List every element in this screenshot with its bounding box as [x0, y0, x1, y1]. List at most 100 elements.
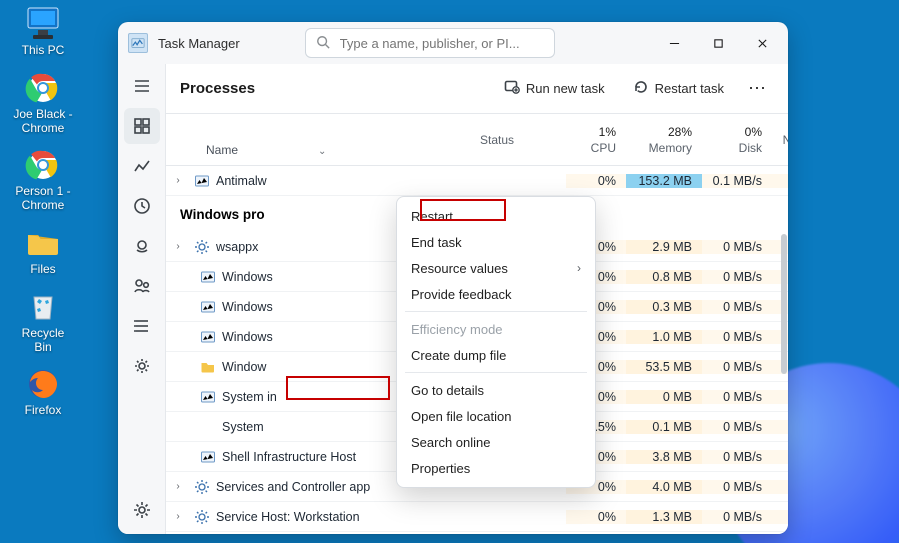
disk-cell: 0 MB/s [702, 390, 772, 404]
nav-app-history[interactable] [124, 188, 160, 224]
desktop-icon-label: Files [30, 263, 55, 277]
menu-item-properties[interactable]: Properties [397, 455, 595, 481]
nav-performance[interactable] [124, 148, 160, 184]
desktop-icons: This PC Joe Black - Chrome Person 1 - Ch… [12, 6, 74, 418]
menu-item-open-file-location[interactable]: Open file location [397, 403, 595, 429]
memory-cell: 53.5 MB [626, 360, 702, 374]
toolbar: Processes Run new task Restart task ⋯ [166, 64, 788, 114]
col-cpu-label: CPU [591, 141, 616, 155]
process-icon [194, 239, 210, 255]
process-name: Windows [222, 270, 273, 284]
desktop-icon-label: Joe Black - Chrome [12, 108, 74, 136]
col-status-label: Status [480, 133, 514, 147]
expand-toggle[interactable]: › [166, 241, 190, 252]
menu-item-search-online[interactable]: Search online [397, 429, 595, 455]
search-box[interactable] [305, 28, 555, 58]
desktop-icon-firefox[interactable]: Firefox [12, 366, 74, 418]
restart-task-button[interactable]: Restart task [623, 73, 734, 104]
disk-cell: 0 MB/s [702, 480, 772, 494]
memory-cell: 0.8 MB [626, 270, 702, 284]
page-title: Processes [180, 80, 255, 97]
nav-details[interactable] [124, 308, 160, 344]
minimize-button[interactable] [652, 27, 696, 59]
firefox-icon [23, 366, 63, 402]
memory-cell: 0.1 MB [626, 420, 702, 434]
nav-rail [118, 64, 166, 534]
menu-item-provide-feedback[interactable]: Provide feedback [397, 281, 595, 307]
menu-item-label: Create dump file [411, 348, 506, 363]
expand-toggle[interactable]: › [166, 175, 190, 186]
disk-cell: 0 MB/s [702, 270, 772, 284]
memory-cell: 1.3 MB [626, 510, 702, 524]
nav-startup[interactable] [124, 228, 160, 264]
memory-cell: 1.0 MB [626, 330, 702, 344]
scrollbar-thumb[interactable] [781, 234, 787, 374]
nav-hamburger[interactable] [124, 68, 160, 104]
col-network[interactable]: Netw [772, 114, 788, 165]
menu-item-label: Efficiency mode [411, 322, 503, 337]
col-status[interactable]: Status [476, 114, 566, 165]
menu-item-restart[interactable]: Restart [397, 203, 595, 229]
desktop-icon-recycle-bin[interactable]: Recycle Bin [12, 289, 74, 355]
disk-cell: 0 MB/s [702, 450, 772, 464]
process-icon [200, 419, 216, 435]
desktop-icon-person1-chrome[interactable]: Person 1 - Chrome [12, 147, 74, 213]
process-icon [200, 359, 216, 375]
search-icon [316, 35, 330, 52]
vertical-scrollbar[interactable] [781, 224, 787, 534]
search-input[interactable] [340, 36, 544, 51]
nav-services[interactable] [124, 348, 160, 384]
process-name: Windows [222, 330, 273, 344]
recycle-bin-icon [23, 289, 63, 325]
nav-processes[interactable] [124, 108, 160, 144]
menu-item-label: Properties [411, 461, 470, 476]
process-name: Window [222, 360, 266, 374]
process-name: Service Host: Workstation [216, 510, 360, 524]
menu-item-label: Go to details [411, 383, 484, 398]
process-name: wsappx [216, 240, 258, 254]
menu-item-create-dump-file[interactable]: Create dump file [397, 342, 595, 368]
process-name: Services and Controller app [216, 480, 370, 494]
process-name: Windows [222, 300, 273, 314]
col-cpu[interactable]: 1%CPU [566, 114, 626, 165]
col-name[interactable]: Name ⌄ [190, 114, 476, 165]
more-button[interactable]: ⋯ [742, 78, 774, 99]
table-row[interactable]: ›Antimalw0%153.2 MB0.1 MB/s0 [166, 166, 788, 196]
run-task-icon [504, 79, 520, 98]
titlebar: Task Manager [118, 22, 788, 64]
table-row[interactable]: ›Service Host: Workstation0%1.3 MB0 MB/s… [166, 502, 788, 532]
network-cell: 0 [772, 174, 788, 188]
menu-item-resource-values[interactable]: Resource values› [397, 255, 595, 281]
menu-item-label: Restart [411, 209, 453, 224]
disk-cell: 0.1 MB/s [702, 174, 772, 188]
run-new-task-button[interactable]: Run new task [494, 73, 615, 104]
memory-cell: 4.0 MB [626, 480, 702, 494]
desktop-icon-files[interactable]: Files [12, 225, 74, 277]
grid-header[interactable]: Name ⌄ Status 1%CPU 28%Memory 0%Disk Net… [166, 114, 788, 166]
desktop-icon-label: This PC [22, 44, 65, 58]
menu-item-efficiency-mode: Efficiency mode [397, 316, 595, 342]
expand-toggle[interactable]: › [166, 481, 190, 492]
expand-toggle[interactable]: › [166, 511, 190, 522]
app-icon [128, 33, 148, 53]
nav-settings[interactable] [124, 492, 160, 528]
process-icon [194, 479, 210, 495]
menu-item-go-to-details[interactable]: Go to details [397, 377, 595, 403]
nav-users[interactable] [124, 268, 160, 304]
desktop-icon-this-pc[interactable]: This PC [12, 6, 74, 58]
close-button[interactable] [740, 27, 784, 59]
restart-task-label: Restart task [655, 81, 724, 96]
col-memory[interactable]: 28%Memory [626, 114, 702, 165]
process-icon [194, 173, 210, 189]
maximize-button[interactable] [696, 27, 740, 59]
col-disk-label: Disk [739, 141, 762, 155]
memory-cell: 0.3 MB [626, 300, 702, 314]
disk-cell: 0 MB/s [702, 330, 772, 344]
menu-separator [405, 372, 587, 373]
process-icon [200, 329, 216, 345]
memory-cell: 0 MB [626, 390, 702, 404]
desktop-icon-joe-black-chrome[interactable]: Joe Black - Chrome [12, 70, 74, 136]
col-disk[interactable]: 0%Disk [702, 114, 772, 165]
desktop-icon-label: Recycle Bin [12, 327, 74, 355]
menu-item-end-task[interactable]: End task [397, 229, 595, 255]
